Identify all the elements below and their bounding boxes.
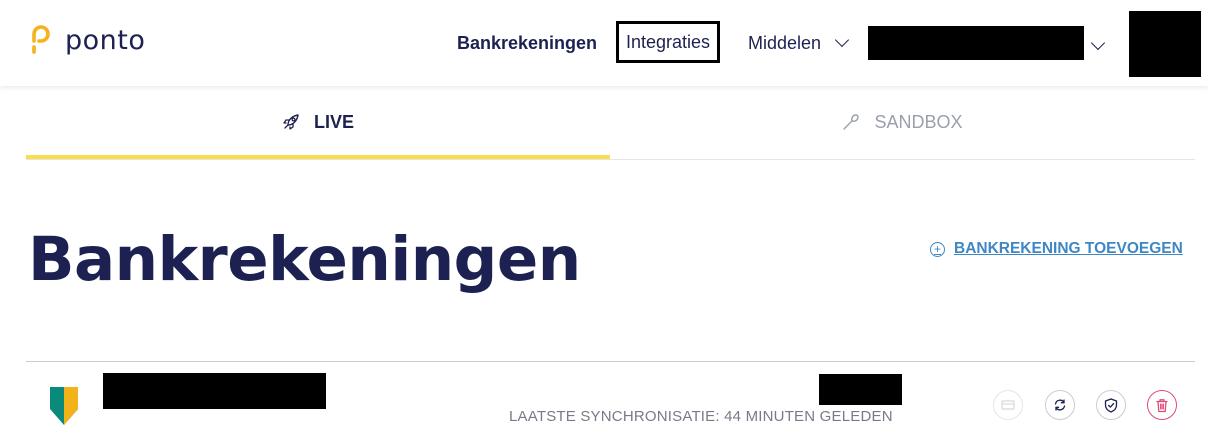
security-button[interactable] <box>1096 390 1126 420</box>
sync-button[interactable] <box>1045 390 1075 420</box>
nav-bankrekeningen[interactable]: Bankrekeningen <box>457 31 597 55</box>
tab-sandbox[interactable]: SANDBOX <box>610 86 1195 158</box>
sync-icon <box>1054 399 1066 411</box>
rocket-icon <box>283 114 299 130</box>
redacted-account-balance <box>819 374 902 405</box>
environment-tabs: LIVE SANDBOX <box>26 86 1195 160</box>
chevron-down-icon <box>834 32 850 48</box>
bank-logo-icon <box>50 387 78 425</box>
delete-button[interactable] <box>1147 390 1177 420</box>
top-navigation-bar: ponto Bankrekeningen Integraties Middele… <box>0 0 1208 86</box>
page-title: Bankrekeningen <box>28 224 581 295</box>
redacted-user-name[interactable] <box>868 26 1084 60</box>
tab-sandbox-label: SANDBOX <box>874 111 963 132</box>
ponto-logo[interactable]: ponto <box>30 22 145 58</box>
trash-icon <box>1156 398 1168 412</box>
nav-middelen-dropdown[interactable]: Middelen <box>748 31 850 55</box>
shovel-icon <box>843 114 860 130</box>
tab-live[interactable]: LIVE <box>26 86 610 159</box>
add-bank-account-label: BANKREKENING TOEVOEGEN <box>954 240 1183 257</box>
redacted-account-name <box>103 373 326 409</box>
user-menu-chevron[interactable] <box>1090 35 1106 53</box>
nav-integraties-label: Integraties <box>625 32 711 52</box>
payment-icon <box>1001 400 1015 410</box>
brand-name: ponto <box>65 24 146 56</box>
payment-button[interactable] <box>993 390 1023 420</box>
ponto-logo-icon <box>32 25 50 54</box>
chevron-down-icon <box>1090 35 1106 51</box>
nav-middelen-label: Middelen <box>748 33 822 53</box>
section-divider <box>26 361 1195 362</box>
add-bank-account-link[interactable]: + BANKREKENING TOEVOEGEN <box>930 240 1183 258</box>
sync-status-text: LAATSTE SYNCHRONISATIE: 44 MINUTEN GELED… <box>509 408 893 425</box>
nav-integraties[interactable]: Integraties <box>616 21 720 63</box>
tab-live-label: LIVE <box>313 111 354 132</box>
plus-circle-icon: + <box>930 241 945 257</box>
shield-check-icon <box>1104 397 1118 413</box>
redacted-avatar[interactable] <box>1129 11 1201 77</box>
